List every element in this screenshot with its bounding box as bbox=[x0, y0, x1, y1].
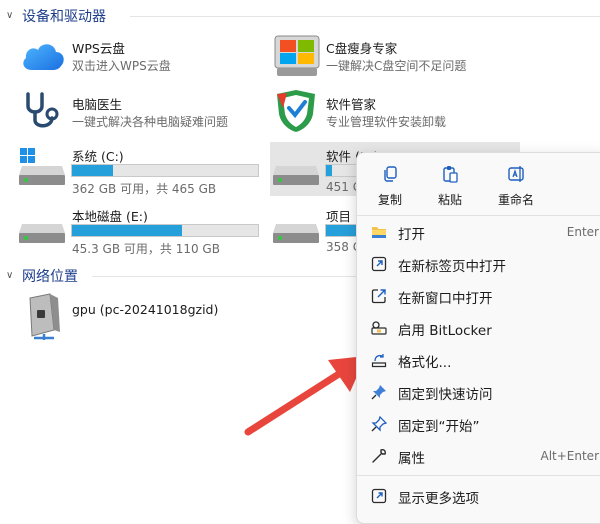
menu-item-label: 固定到快速访问 bbox=[398, 387, 493, 403]
folder-icon bbox=[372, 227, 386, 238]
drive-usage-fill bbox=[326, 165, 332, 176]
drive-icon bbox=[19, 166, 65, 185]
quick-action-paste[interactable]: 粘贴 bbox=[425, 165, 475, 208]
app-title: WPS云盘 bbox=[72, 41, 125, 56]
software-manager-icon bbox=[277, 90, 315, 132]
menu-item-label: 属性 bbox=[398, 451, 425, 467]
section-divider bbox=[130, 16, 600, 17]
app-subtitle: 双击进入WPS云盘 bbox=[72, 59, 171, 73]
drive-usage-fill bbox=[72, 165, 113, 176]
format-icon bbox=[371, 354, 387, 368]
more-options-icon bbox=[371, 488, 387, 504]
quick-action-copy[interactable]: 复制 bbox=[365, 165, 415, 208]
app-title: 电脑医生 bbox=[72, 97, 123, 112]
copy-icon bbox=[384, 166, 397, 182]
network-item[interactable]: gpu (pc-20241018gzid) bbox=[18, 290, 258, 342]
disk-cleaner-icon bbox=[274, 35, 320, 76]
drive-item-c[interactable]: 系统 (C:) 362 GB 可用，共 465 GB bbox=[18, 142, 264, 196]
key-icon bbox=[371, 321, 387, 335]
menu-item-open-new-window[interactable]: 在新窗口中打开 bbox=[357, 281, 600, 311]
app-item-wps-cloud[interactable]: WPS云盘 双击进入WPS云盘 bbox=[18, 36, 258, 80]
drive-usage-text: 45.3 GB 可用，共 110 GB bbox=[72, 242, 220, 256]
rename-icon bbox=[508, 166, 524, 182]
menu-item-shortcut: Enter bbox=[566, 225, 599, 239]
chevron-down-icon[interactable]: ∨ bbox=[6, 270, 13, 281]
menu-item-format[interactable]: 格式化... bbox=[357, 345, 600, 375]
menu-item-properties[interactable]: 属性 Alt+Enter bbox=[357, 441, 600, 471]
app-item-pc-doctor[interactable]: 电脑医生 一键式解决各种电脑疑难问题 bbox=[18, 90, 258, 134]
menu-item-label: 格式化... bbox=[398, 355, 452, 371]
paste-icon bbox=[443, 166, 458, 183]
menu-item-label: 在新标签页中打开 bbox=[398, 259, 506, 275]
drive-usage-text: 362 GB 可用，共 465 GB bbox=[72, 182, 217, 196]
drive-usage-fill bbox=[72, 225, 182, 236]
menu-item-label: 启用 BitLocker bbox=[398, 323, 492, 339]
app-title: C盘瘦身专家 bbox=[326, 41, 398, 56]
network-drive-icon bbox=[29, 293, 60, 340]
app-item-software-manager[interactable]: 软件管家 专业管理软件安装卸载 bbox=[272, 90, 532, 134]
app-subtitle: 一键解决C盘空间不足问题 bbox=[326, 59, 467, 73]
app-subtitle: 专业管理软件安装卸载 bbox=[326, 115, 447, 129]
drive-usage-bar bbox=[71, 224, 259, 237]
stethoscope-icon bbox=[26, 92, 59, 128]
menu-divider bbox=[357, 475, 600, 476]
menu-item-open-new-tab[interactable]: 在新标签页中打开 bbox=[357, 249, 600, 279]
menu-item-more-options[interactable]: 显示更多选项 bbox=[357, 481, 600, 511]
drive-item-e[interactable]: 本地磁盘 (E:) 45.3 GB 可用，共 110 GB bbox=[18, 202, 264, 256]
section-divider bbox=[92, 276, 356, 277]
menu-item-shortcut: Alt+Enter bbox=[540, 449, 599, 463]
pin-icon bbox=[371, 385, 386, 400]
network-label: gpu (pc-20241018gzid) bbox=[72, 302, 219, 317]
section-title-network[interactable]: 网络位置 bbox=[22, 266, 78, 286]
windows-logo-icon bbox=[20, 148, 36, 164]
menu-item-bitlocker[interactable]: 启用 BitLocker bbox=[357, 313, 600, 343]
drive-usage-bar bbox=[71, 164, 259, 177]
drive-label: 本地磁盘 (E:) bbox=[72, 209, 148, 224]
new-tab-icon bbox=[371, 256, 387, 272]
menu-item-label: 固定到“开始” bbox=[398, 419, 480, 435]
menu-item-open[interactable]: 打开 Enter bbox=[357, 217, 600, 247]
pin-start-icon bbox=[371, 416, 387, 432]
drive-icon bbox=[273, 166, 319, 185]
drive-label: 项目 bbox=[326, 209, 352, 224]
context-menu: 复制 粘贴 重命名 打开 Enter 在新标签页中打开 在新窗口中打开 启用 B… bbox=[356, 152, 600, 524]
menu-item-label: 显示更多选项 bbox=[398, 491, 479, 507]
cloud-icon bbox=[23, 44, 64, 70]
app-subtitle: 一键式解决各种电脑疑难问题 bbox=[72, 115, 229, 129]
wrench-icon bbox=[372, 449, 386, 463]
drive-icon bbox=[19, 224, 65, 243]
menu-divider bbox=[357, 215, 600, 216]
chevron-down-icon[interactable]: ∨ bbox=[6, 10, 13, 21]
drive-icon bbox=[273, 224, 319, 243]
quick-action-label: 粘贴 bbox=[437, 193, 462, 207]
app-item-c-disk-cleaner[interactable]: C盘瘦身专家 一键解决C盘空间不足问题 bbox=[272, 35, 532, 80]
menu-item-pin-quick-access[interactable]: 固定到快速访问 bbox=[357, 377, 600, 407]
menu-item-pin-start[interactable]: 固定到“开始” bbox=[357, 409, 600, 439]
menu-item-label: 在新窗口中打开 bbox=[398, 291, 493, 307]
section-title-devices[interactable]: 设备和驱动器 bbox=[22, 6, 106, 26]
quick-action-label: 重命名 bbox=[497, 193, 534, 207]
menu-item-label: 打开 bbox=[398, 227, 425, 243]
quick-action-label: 复制 bbox=[377, 193, 402, 207]
drive-label: 系统 (C:) bbox=[72, 149, 124, 164]
quick-action-rename[interactable]: 重命名 bbox=[485, 165, 547, 208]
app-title: 软件管家 bbox=[326, 97, 377, 112]
new-window-icon bbox=[371, 289, 386, 304]
